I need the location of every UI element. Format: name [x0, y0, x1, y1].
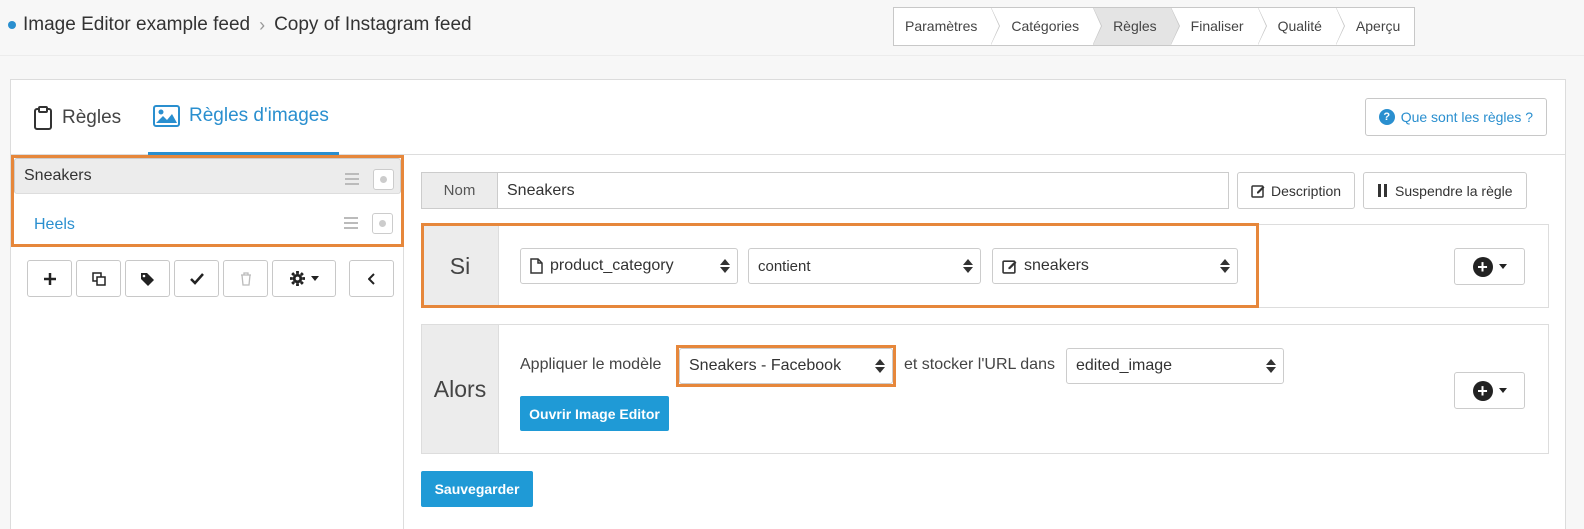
tab-bar: Règles Règles d'images ? Que sont les rè… — [11, 80, 1565, 155]
delete-rule-button[interactable] — [223, 260, 268, 297]
status-dot — [8, 21, 16, 29]
step-parametres[interactable]: Paramètres — [894, 7, 1001, 45]
rule-toggle[interactable] — [373, 169, 394, 190]
step-qualite[interactable]: Qualité — [1257, 7, 1346, 45]
description-button[interactable]: Description — [1237, 172, 1356, 209]
edit-icon — [1251, 184, 1265, 198]
plus-icon — [43, 272, 56, 285]
duplicate-rule-button[interactable] — [76, 260, 121, 297]
pause-icon — [1378, 184, 1388, 197]
breadcrumb: Image Editor example feed › Copy of Inst… — [8, 14, 472, 36]
rule-toolbar — [27, 260, 398, 297]
template-highlight — [676, 345, 896, 387]
help-button[interactable]: ? Que sont les règles ? — [1364, 98, 1547, 136]
plus-circle-icon: + — [1472, 256, 1493, 277]
rules-sidebar: Sneakers Heels — [11, 155, 404, 529]
suspend-rule-button[interactable]: Suspendre la règle — [1363, 172, 1527, 209]
target-field-select[interactable]: edited_image — [1066, 348, 1284, 384]
step-categories[interactable]: Catégories — [991, 7, 1102, 45]
tab-image-rules-label: Règles d'images — [189, 105, 329, 126]
settings-dropdown-button[interactable] — [272, 260, 336, 297]
breadcrumb-current: Copy of Instagram feed — [274, 14, 472, 35]
rules-panel: Règles Règles d'images ? Que sont les rè… — [10, 79, 1566, 529]
trash-icon — [240, 271, 251, 286]
step-finaliser[interactable]: Finaliser — [1170, 7, 1267, 45]
description-button-label: Description — [1271, 182, 1342, 199]
rule-name-input[interactable]: Sneakers — [498, 172, 1229, 209]
chevron-down-icon — [1498, 264, 1507, 269]
tags-icon — [140, 272, 154, 286]
save-button[interactable]: Sauvegarder — [421, 471, 533, 507]
drag-handle-icon[interactable] — [345, 173, 359, 188]
rule-toggle[interactable] — [372, 213, 393, 234]
name-label: Nom — [421, 172, 498, 209]
suspend-rule-label: Suspendre la règle — [1395, 182, 1513, 199]
chevron-down-icon — [310, 276, 319, 281]
tab-rules-label: Règles — [62, 106, 122, 128]
then-label: Alors — [422, 325, 499, 453]
rule-name-row: Nom Sneakers Description Suspendre la rè… — [421, 172, 1527, 209]
rule-item-label: Heels — [34, 215, 75, 233]
breadcrumb-feed[interactable]: Image Editor example feed — [23, 14, 250, 36]
chevron-left-icon — [367, 272, 375, 285]
question-icon: ? — [1378, 109, 1395, 125]
step-regles[interactable]: Règles — [1093, 7, 1180, 45]
wizard-steps: Paramètres Catégories Règles Finaliser Q… — [893, 7, 1416, 46]
chevron-right-icon: › — [259, 14, 266, 35]
store-url-text: et stocker l'URL dans — [904, 356, 1055, 373]
help-button-label: Que sont les règles ? — [1400, 109, 1533, 125]
tab-image-rules[interactable]: Règles d'images — [148, 80, 339, 155]
rule-item-heels[interactable]: Heels — [14, 203, 401, 246]
check-icon — [189, 272, 204, 285]
apply-template-text: Appliquer le modèle — [520, 356, 662, 373]
tab-rules[interactable]: Règles — [33, 80, 121, 155]
select-arrows-icon — [1266, 359, 1276, 373]
chevron-down-icon — [1498, 388, 1507, 393]
target-field-value: edited_image — [1076, 357, 1173, 374]
condition-highlight — [421, 223, 1259, 308]
action-block: Alors Appliquer le modèle Sneakers - Fac… — [421, 324, 1549, 454]
rule-item-label: Sneakers — [24, 167, 92, 184]
add-action-button[interactable]: + — [1454, 372, 1525, 409]
add-rule-button[interactable] — [27, 260, 72, 297]
collapse-sidebar-button[interactable] — [349, 260, 394, 297]
copy-icon — [91, 271, 106, 286]
top-bar: Image Editor example feed › Copy of Inst… — [0, 0, 1584, 56]
step-apercu[interactable]: Aperçu — [1335, 8, 1415, 45]
plus-circle-icon: + — [1472, 380, 1493, 401]
tag-rule-button[interactable] — [125, 260, 170, 297]
gear-icon — [289, 271, 305, 286]
open-image-editor-button[interactable]: Ouvrir Image Editor — [520, 396, 669, 431]
add-condition-button[interactable]: + — [1454, 248, 1525, 285]
drag-handle-icon[interactable] — [344, 217, 358, 232]
image-icon — [153, 105, 180, 127]
rule-item-sneakers[interactable]: Sneakers — [14, 158, 401, 194]
clipboard-icon — [34, 105, 52, 130]
validate-rule-button[interactable] — [174, 260, 219, 297]
rule-list: Sneakers Heels — [11, 155, 404, 247]
